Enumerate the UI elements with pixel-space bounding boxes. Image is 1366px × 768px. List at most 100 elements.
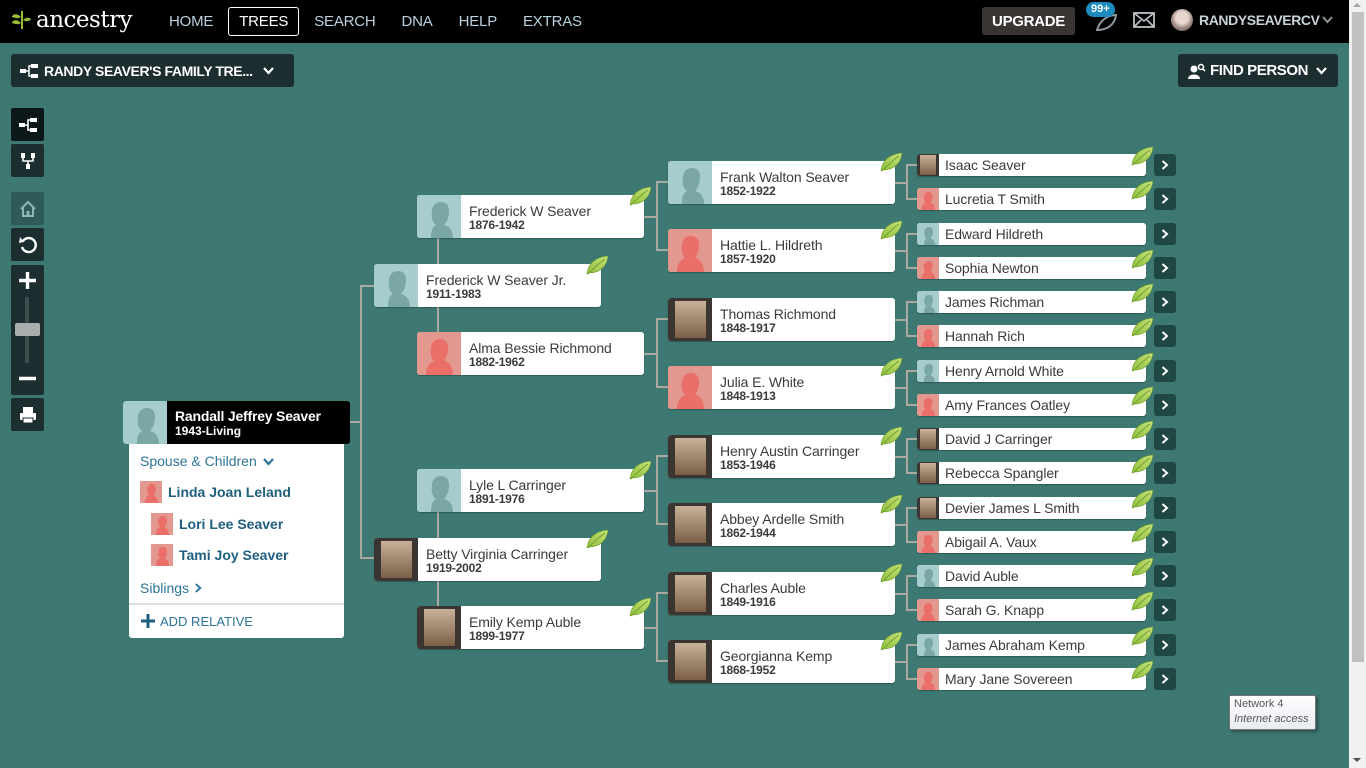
expand-ancestors-button[interactable] [1154, 257, 1176, 279]
child-link[interactable]: Lori Lee Seaver [151, 513, 283, 535]
child-link[interactable]: Tami Joy Seaver [151, 544, 288, 566]
expand-ancestors-button[interactable] [1154, 531, 1176, 553]
hints-badge[interactable]: 99+ [1086, 2, 1115, 17]
family-view-button[interactable] [11, 144, 44, 177]
upgrade-button[interactable]: UPGRADE [982, 7, 1075, 35]
envelope-icon[interactable] [1133, 12, 1155, 28]
hint-leaf-icon[interactable] [1130, 385, 1154, 407]
expand-ancestors-button[interactable] [1154, 394, 1176, 416]
nav-trees[interactable]: TREES [228, 7, 300, 36]
hint-leaf-icon[interactable] [1130, 556, 1154, 578]
person-card[interactable]: Amy Frances Oatley [917, 386, 1154, 416]
hint-leaf-icon[interactable] [879, 356, 903, 378]
add-relative-button[interactable]: ADD RELATIVE [140, 613, 253, 629]
person-card[interactable]: Abbey Ardelle Smith 1862-1944 [668, 494, 903, 546]
person-card[interactable]: Lucretia T Smith [917, 180, 1154, 210]
expand-ancestors-button[interactable] [1154, 188, 1176, 210]
person-card[interactable]: David Auble [917, 557, 1154, 587]
hint-leaf-icon[interactable] [1130, 282, 1154, 304]
scrollbar-thumb[interactable] [1352, 12, 1364, 662]
expand-ancestors-button[interactable] [1154, 462, 1176, 484]
scroll-up-arrow[interactable] [1353, 3, 1361, 7]
hint-leaf-icon[interactable] [879, 630, 903, 652]
ancestry-logo[interactable]: ancestry [10, 7, 133, 33]
hint-leaf-icon[interactable] [879, 562, 903, 584]
person-card[interactable]: Isaac Seaver [917, 146, 1154, 176]
expand-ancestors-button[interactable] [1154, 154, 1176, 176]
chevron-down-icon[interactable] [1322, 13, 1333, 27]
person-card[interactable]: Frank Walton Seaver 1852-1922 [668, 152, 903, 204]
person-card[interactable]: Mary Jane Sovereen [917, 660, 1154, 690]
zoom-slider-handle[interactable] [15, 323, 40, 336]
hint-leaf-icon[interactable] [879, 493, 903, 515]
person-card[interactable]: Emily Kemp Auble 1899-1977 [417, 597, 652, 649]
hint-leaf-icon[interactable] [1130, 145, 1154, 167]
nav-dna[interactable]: DNA [391, 7, 444, 36]
hint-leaf-icon[interactable] [585, 528, 609, 550]
siblings-toggle[interactable]: Siblings [140, 580, 202, 596]
hint-leaf-icon[interactable] [879, 151, 903, 173]
nav-home[interactable]: HOME [158, 7, 224, 36]
hint-leaf-icon[interactable] [1130, 316, 1154, 338]
person-card[interactable]: Sophia Newton [917, 249, 1154, 279]
hint-leaf-icon[interactable] [1130, 453, 1154, 475]
person-card[interactable]: Julia E. White 1848-1913 [668, 357, 903, 409]
hint-leaf-icon[interactable] [879, 219, 903, 241]
person-card[interactable]: James Richman [917, 283, 1154, 313]
spouse-children-toggle[interactable]: Spouse & Children [140, 453, 274, 469]
reset-button[interactable] [11, 228, 44, 261]
person-card[interactable]: Rebecca Spangler [917, 454, 1154, 484]
person-card[interactable]: Edward Hildreth [917, 223, 1146, 245]
hint-leaf-icon[interactable] [628, 459, 652, 481]
person-card[interactable]: Charles Auble 1849-1916 [668, 563, 903, 615]
expand-ancestors-button[interactable] [1154, 325, 1176, 347]
person-card[interactable]: Alma Bessie Richmond 1882-1962 [417, 332, 644, 375]
person-card[interactable]: Thomas Richmond 1848-1917 [668, 298, 895, 341]
pedigree-view-button[interactable] [11, 108, 44, 141]
person-card[interactable]: Henry Arnold White [917, 352, 1154, 382]
person-card[interactable]: Devier James L Smith [917, 489, 1154, 519]
hint-leaf-icon[interactable] [1130, 522, 1154, 544]
hint-leaf-icon[interactable] [1130, 625, 1154, 647]
zoom-out-icon[interactable] [17, 368, 38, 389]
hint-leaf-icon[interactable] [628, 185, 652, 207]
hint-leaf-icon[interactable] [879, 425, 903, 447]
root-person-card[interactable]: Randall Jeffrey Seaver 1943-Living [123, 401, 350, 444]
hint-leaf-icon[interactable] [1130, 179, 1154, 201]
hint-leaf-icon[interactable] [585, 254, 609, 276]
expand-ancestors-button[interactable] [1154, 291, 1176, 313]
expand-ancestors-button[interactable] [1154, 599, 1176, 621]
person-card[interactable]: Hannah Rich [917, 317, 1154, 347]
person-card[interactable]: Hattie L. Hildreth 1857-1920 [668, 220, 903, 272]
expand-ancestors-button[interactable] [1154, 565, 1176, 587]
person-card[interactable]: Abigail A. Vaux [917, 523, 1154, 553]
username[interactable]: RANDYSEAVERCV [1199, 12, 1320, 28]
expand-ancestors-button[interactable] [1154, 428, 1176, 450]
nav-help[interactable]: HELP [448, 7, 508, 36]
nav-extras[interactable]: EXTRAS [512, 7, 593, 36]
zoom-in-icon[interactable] [17, 270, 38, 291]
person-card[interactable]: Georgianna Kemp 1868-1952 [668, 631, 903, 683]
person-card[interactable]: Lyle L Carringer 1891-1976 [417, 460, 652, 512]
expand-ancestors-button[interactable] [1154, 360, 1176, 382]
hint-leaf-icon[interactable] [1130, 351, 1154, 373]
person-card[interactable]: Frederick W Seaver 1876-1942 [417, 186, 652, 238]
tree-selector[interactable]: RANDY SEAVER'S FAMILY TRE... [11, 54, 294, 87]
print-button[interactable] [11, 398, 44, 431]
vertical-scrollbar[interactable] [1349, 0, 1366, 768]
person-card[interactable]: Henry Austin Carringer 1853-1946 [668, 426, 903, 478]
person-card[interactable]: Frederick W Seaver Jr. 1911-1983 [374, 255, 609, 307]
expand-ancestors-button[interactable] [1154, 223, 1176, 245]
person-card[interactable]: Sarah G. Knapp [917, 591, 1154, 621]
hint-leaf-icon[interactable] [1130, 659, 1154, 681]
find-person-button[interactable]: FIND PERSON [1178, 54, 1338, 87]
hint-leaf-icon[interactable] [1130, 248, 1154, 270]
home-button[interactable] [11, 192, 44, 225]
expand-ancestors-button[interactable] [1154, 634, 1176, 656]
user-avatar[interactable] [1171, 9, 1193, 31]
nav-search[interactable]: SEARCH [303, 7, 386, 36]
person-card[interactable]: Betty Virginia Carringer 1919-2002 [374, 529, 609, 581]
expand-ancestors-button[interactable] [1154, 497, 1176, 519]
person-card[interactable]: David J Carringer [917, 420, 1154, 450]
hint-leaf-icon[interactable] [1130, 488, 1154, 510]
